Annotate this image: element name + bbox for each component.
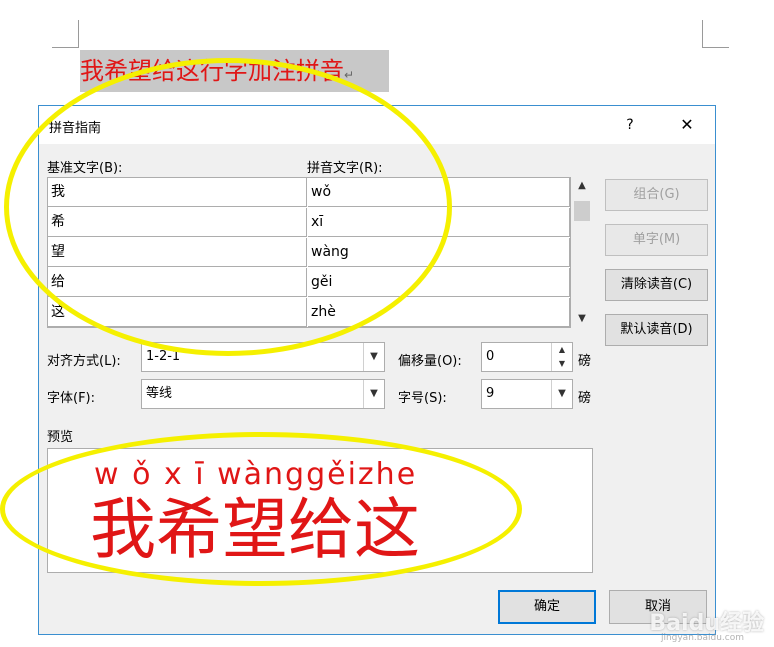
preview-pinyin: w ǒ x ī wànggěizhe	[94, 457, 418, 492]
size-unit: 磅	[578, 391, 592, 406]
base-text-cell[interactable]: 望	[48, 238, 307, 267]
phonetic-grid: 我 wǒ 希 xī 望 wàng 给 gěi 这 zhè	[47, 177, 571, 328]
ruby-text-label: 拼音文字(R):	[307, 161, 383, 176]
chevron-down-icon[interactable]: ▼	[551, 380, 572, 408]
preview-label: 预览	[47, 430, 74, 445]
mono-button[interactable]: 单字(M)	[605, 224, 708, 256]
selected-document-text[interactable]: 我希望给这行字加注拼音↵	[80, 50, 389, 92]
base-text-cell[interactable]: 希	[48, 208, 307, 237]
ruby-text-cell[interactable]: wàng	[308, 238, 570, 267]
base-text-cell[interactable]: 这	[48, 298, 307, 327]
offset-spinner[interactable]: 0 ▲ ▼	[481, 342, 573, 372]
dialog-title: 拼音指南	[49, 121, 102, 136]
page-corner-mark	[702, 20, 703, 48]
font-value: 等线	[146, 386, 173, 401]
spin-down-icon[interactable]: ▼	[552, 357, 572, 371]
phonetic-guide-dialog: 拼音指南 ? ✕ 基准文字(B): 拼音文字(R): 我 wǒ 希 xī 望 w…	[38, 105, 716, 635]
selected-text: 我希望给这行字加注拼音	[80, 57, 344, 85]
spin-arrows[interactable]: ▲ ▼	[551, 343, 572, 371]
paragraph-mark-icon: ↵	[344, 68, 355, 82]
chevron-down-icon[interactable]: ▼	[363, 380, 384, 408]
alignment-value: 1-2-1	[146, 349, 181, 364]
ok-button[interactable]: 确定	[498, 590, 596, 624]
base-text-cell[interactable]: 给	[48, 268, 307, 297]
base-text-cell[interactable]: 我	[48, 178, 307, 207]
spin-up-icon[interactable]: ▲	[552, 343, 572, 357]
page-corner-mark	[52, 47, 78, 48]
size-value: 9	[486, 386, 495, 401]
scroll-down-arrow-icon[interactable]: ▼	[571, 310, 593, 328]
ruby-text-cell[interactable]: zhè	[308, 298, 570, 327]
size-label: 字号(S):	[398, 391, 447, 406]
clear-reading-button[interactable]: 清除读音(C)	[605, 269, 708, 301]
default-reading-button[interactable]: 默认读音(D)	[605, 314, 708, 346]
chevron-down-icon[interactable]: ▼	[363, 343, 384, 371]
ruby-text-cell[interactable]: gěi	[308, 268, 570, 297]
page-corner-mark	[703, 47, 729, 48]
preview-box: w ǒ x ī wànggěizhe 我希望给这	[47, 448, 593, 573]
alignment-select[interactable]: 1-2-1 ▼	[141, 342, 385, 372]
alignment-label: 对齐方式(L):	[47, 354, 121, 369]
offset-value: 0	[486, 349, 495, 364]
close-button[interactable]: ✕	[667, 112, 707, 138]
size-select[interactable]: 9 ▼	[481, 379, 573, 409]
dialog-titlebar: 拼音指南 ? ✕	[39, 106, 715, 144]
base-text-label: 基准文字(B):	[47, 161, 123, 176]
preview-text: 我希望给这	[90, 491, 420, 568]
page-corner-mark	[78, 20, 79, 48]
ruby-text-cell[interactable]: wǒ	[308, 178, 570, 207]
help-button[interactable]: ?	[613, 112, 647, 138]
font-label: 字体(F):	[47, 391, 96, 406]
offset-label: 偏移量(O):	[398, 354, 462, 369]
scroll-thumb[interactable]	[574, 201, 590, 221]
ruby-text-cell[interactable]: xī	[308, 208, 570, 237]
grid-scrollbar[interactable]: ▲ ▼	[571, 177, 593, 328]
font-select[interactable]: 等线 ▼	[141, 379, 385, 409]
scroll-up-arrow-icon[interactable]: ▲	[571, 177, 593, 195]
offset-unit: 磅	[578, 354, 592, 369]
watermark-url: jingyan.baidu.com	[660, 633, 744, 643]
group-button[interactable]: 组合(G)	[605, 179, 708, 211]
